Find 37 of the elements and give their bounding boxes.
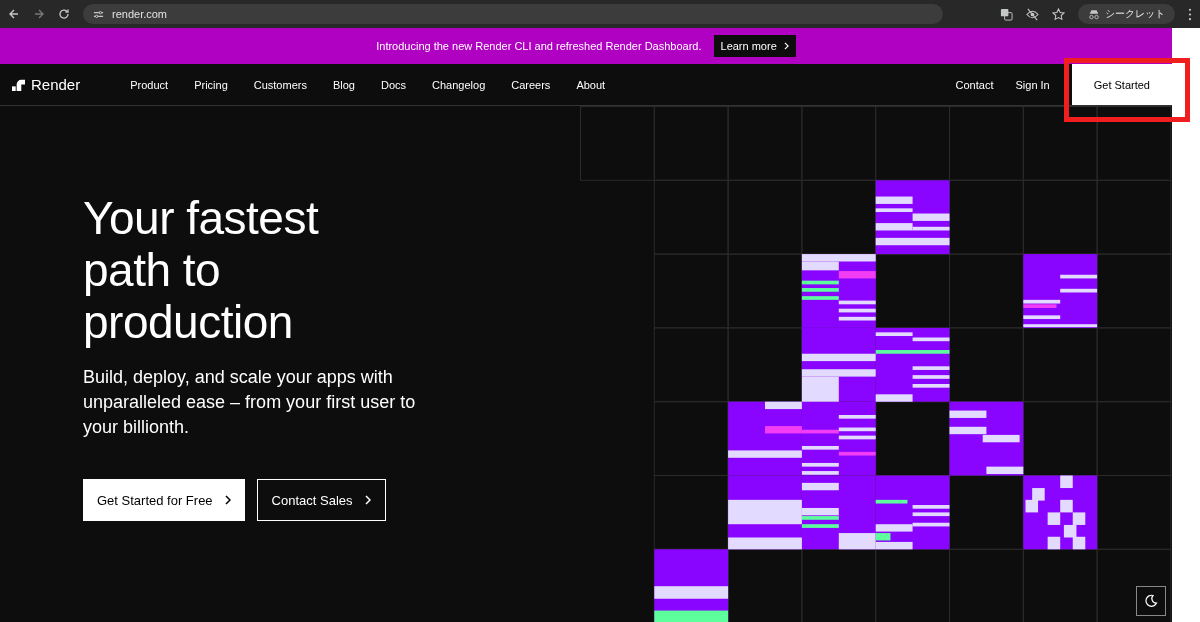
back-icon[interactable]	[8, 8, 20, 20]
hero-heading: Your fastest path to production	[83, 192, 320, 348]
nav-link[interactable]: Pricing	[194, 78, 228, 91]
incognito-label: シークレット	[1105, 7, 1165, 21]
chevron-icon	[783, 42, 789, 50]
nav-link[interactable]: Docs	[380, 78, 407, 91]
eye-slash-icon[interactable]	[1026, 7, 1039, 21]
url-text: render.com	[112, 8, 168, 20]
moon-icon	[1144, 594, 1158, 608]
nav-link[interactable]: Careers	[511, 78, 551, 91]
nav-link[interactable]: Product	[130, 78, 169, 91]
nav-link[interactable]: Sign In	[1015, 78, 1050, 91]
logo-icon	[12, 78, 25, 91]
reload-icon[interactable]	[58, 8, 70, 20]
translate-icon[interactable]	[1000, 7, 1013, 21]
announcement-text: Introducing the new Render CLI and refreshed Render Dashboard.	[376, 40, 702, 52]
address-bar[interactable]: render.com	[83, 4, 943, 24]
incognito-badge[interactable]: シークレット	[1078, 4, 1175, 24]
nav-link[interactable]: Changelog	[432, 78, 486, 91]
nav-link[interactable]: Customers	[253, 78, 307, 91]
site-settings-icon[interactable]	[93, 8, 104, 20]
hero-button[interactable]: Contact Sales	[256, 479, 386, 521]
nav-link[interactable]: About	[576, 78, 606, 91]
get-started-button[interactable]: Get Started	[1071, 64, 1172, 105]
menu-icon[interactable]	[1188, 7, 1192, 21]
incognito-icon	[1088, 8, 1100, 20]
star-icon[interactable]	[1052, 7, 1065, 21]
chevron-icon	[224, 495, 231, 505]
hero-button[interactable]: Get Started for Free	[83, 479, 245, 521]
forward-icon[interactable]	[33, 8, 45, 20]
hero-subtitle: Build, deploy, and scale your apps with unparalleled ease – from your first user to your billionth.	[83, 366, 417, 439]
nav-link[interactable]: Blog	[332, 78, 355, 91]
learn-more-link[interactable]: Learn more	[713, 35, 796, 57]
dark-mode-toggle[interactable]	[1136, 586, 1166, 616]
chevron-icon	[364, 495, 371, 505]
nav-link[interactable]: Contact	[955, 78, 994, 91]
render-logo[interactable]: Render	[12, 76, 81, 93]
